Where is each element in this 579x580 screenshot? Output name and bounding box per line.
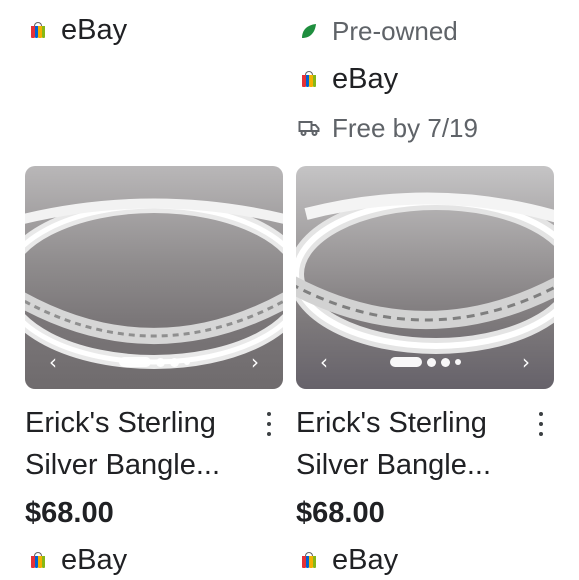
ebay-bag-icon: [27, 549, 49, 571]
carousel-dot: [454, 359, 461, 365]
more-options-button[interactable]: [264, 412, 274, 436]
leaf-icon: [298, 20, 320, 42]
carousel-indicator: [25, 357, 283, 367]
truck-icon: [298, 117, 320, 139]
seller-name: eBay: [61, 544, 128, 576]
shopping-results-page: eBay Pre-owned eBay Free by 7/19 ‹ › ‹ ›…: [0, 0, 579, 580]
seller-name: eBay: [332, 63, 399, 95]
carousel-dot: [155, 357, 165, 367]
seller-row[interactable]: eBay: [27, 543, 127, 577]
seller-row[interactable]: eBay: [27, 13, 127, 47]
product-title[interactable]: Erick's Sterling Silver Bangle...: [296, 402, 526, 486]
carousel-dot-active: [118, 357, 151, 367]
product-price: $68.00: [25, 497, 114, 529]
ebay-bag-icon: [298, 68, 320, 90]
seller-row[interactable]: eBay: [298, 62, 398, 96]
product-title-line: Erick's Sterling: [25, 407, 216, 439]
product-title-line: Silver Bangle...: [296, 449, 492, 481]
carousel-dot: [169, 357, 179, 367]
ebay-bag-icon: [298, 549, 320, 571]
carousel-dot: [183, 359, 190, 365]
condition-row: Pre-owned: [298, 14, 458, 48]
product-title[interactable]: Erick's Sterling Silver Bangle...: [25, 402, 255, 486]
carousel-dot-active: [389, 357, 422, 367]
ebay-bag-icon: [27, 19, 49, 41]
carousel-dot: [440, 357, 450, 367]
shipping-label: Free by 7/19: [332, 113, 478, 143]
shipping-row: Free by 7/19: [298, 111, 478, 145]
product-image-carousel[interactable]: ‹ ›: [25, 166, 283, 389]
product-title-line: Erick's Sterling: [296, 407, 487, 439]
seller-name: eBay: [332, 544, 399, 576]
product-price: $68.00: [296, 497, 385, 529]
more-options-button[interactable]: [536, 412, 546, 436]
product-title-line: Silver Bangle...: [25, 449, 221, 481]
product-image-carousel[interactable]: ‹ ›: [296, 166, 554, 389]
seller-row[interactable]: eBay: [298, 543, 398, 577]
condition-label: Pre-owned: [332, 16, 458, 46]
seller-name: eBay: [61, 14, 128, 46]
carousel-dot: [426, 357, 436, 367]
carousel-indicator: [296, 357, 554, 367]
